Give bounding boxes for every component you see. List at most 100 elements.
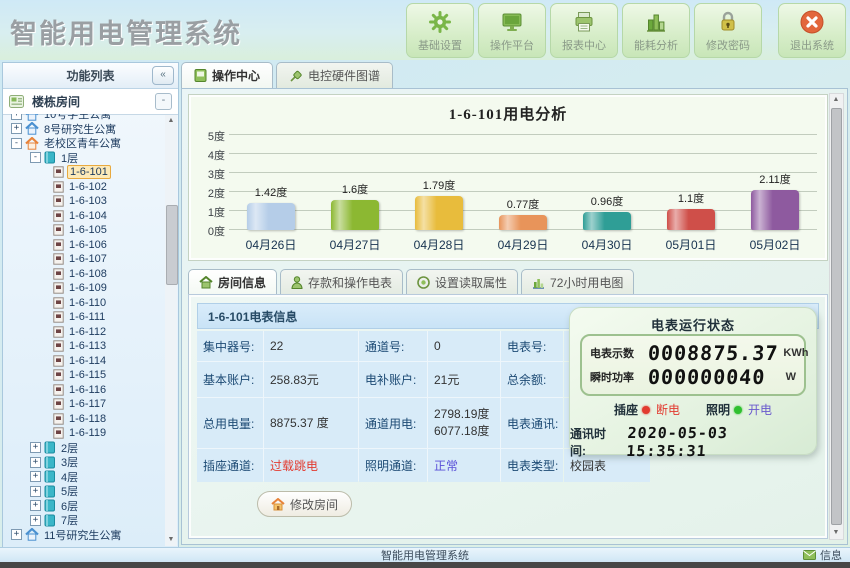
info-label: 电表通讯: xyxy=(501,398,563,448)
bar-04月26日[interactable] xyxy=(247,203,295,230)
room-icon xyxy=(53,326,64,338)
tree-item-1-6-110[interactable]: 1-6-110 xyxy=(3,296,178,311)
tree-item-1-6-104[interactable]: 1-6-104 xyxy=(3,209,178,224)
tree-item-1-6-106[interactable]: 1-6-106 xyxy=(3,238,178,253)
usage-chart-panel: 1-6-101用电分析 0度1度2度3度4度5度1.42度1.6度1.79度0.… xyxy=(188,94,828,261)
sub-tab-3[interactable]: 设置读取属性 xyxy=(406,269,518,294)
toolbar-button-1[interactable]: 基础设置 xyxy=(406,3,474,58)
sidebar-scroll-thumb[interactable] xyxy=(166,205,178,285)
room-info-panel: 1-6-101电表信息 集中器号:22通道号:0电表号:201403001021… xyxy=(188,294,828,539)
tree-item-1层[interactable]: -1层 xyxy=(3,151,178,166)
room-icon xyxy=(53,398,64,410)
tree-panel-bar[interactable]: 楼栋房间 - xyxy=(3,89,178,115)
expand-icon[interactable]: + xyxy=(30,457,41,468)
info-label: 通道用电: xyxy=(359,398,427,448)
tree-item-1-6-102[interactable]: 1-6-102 xyxy=(3,180,178,195)
tab-label: 操作中心 xyxy=(212,67,260,84)
tree-item-label: 1-6-115 xyxy=(67,369,108,381)
main-tab-1[interactable]: 操作中心 xyxy=(181,62,273,88)
room-icon xyxy=(53,369,64,381)
toolbar-button-5[interactable]: 修改密码 xyxy=(694,3,762,58)
expand-icon[interactable]: + xyxy=(30,486,41,497)
main-tab-2[interactable]: 电控硬件图谱 xyxy=(276,62,393,88)
expand-icon[interactable]: + xyxy=(11,123,22,134)
bar-05月02日[interactable] xyxy=(751,190,799,230)
sub-tab-1[interactable]: 房间信息 xyxy=(188,269,277,294)
info-value: 0 xyxy=(428,331,500,361)
tree-item-1-6-103[interactable]: 1-6-103 xyxy=(3,194,178,209)
main-scroll-thumb[interactable] xyxy=(831,108,842,525)
message-button[interactable]: 信息 xyxy=(803,547,842,563)
bar-04月27日[interactable] xyxy=(331,200,379,230)
sidebar-scrollbar[interactable]: ▲ ▼ xyxy=(165,115,177,546)
tree-item-1-6-116[interactable]: 1-6-116 xyxy=(3,383,178,398)
tree-panel-minus-button[interactable]: - xyxy=(155,93,172,110)
scroll-down-icon[interactable]: ▼ xyxy=(830,527,842,539)
tree-item-1-6-105[interactable]: 1-6-105 xyxy=(3,223,178,238)
tree-item-7层[interactable]: +7层 xyxy=(3,513,178,528)
lcd-display: 电表示数 0008875.37 KWh 瞬时功率 000000040 W xyxy=(580,334,806,396)
edit-room-button[interactable]: 修改房间 xyxy=(257,491,352,517)
console-icon xyxy=(194,69,207,82)
info-label: 插座通道: xyxy=(197,449,263,482)
sub-tab-4[interactable]: 72小时用电图 xyxy=(521,269,634,294)
sub-tab-2[interactable]: 存款和操作电表 xyxy=(280,269,403,294)
expand-icon[interactable]: + xyxy=(11,529,22,540)
bar-value-label: 1.6度 xyxy=(342,181,368,197)
collapse-icon[interactable]: - xyxy=(11,138,22,149)
target-icon xyxy=(417,276,430,289)
tree-item-1-6-107[interactable]: 1-6-107 xyxy=(3,252,178,267)
toolbar-button-6[interactable]: 退出系统 xyxy=(778,3,846,58)
chart-title: 1-6-101用电分析 xyxy=(189,103,827,124)
tree-item-label: 1-6-119 xyxy=(67,427,108,439)
tree-item-1-6-113[interactable]: 1-6-113 xyxy=(3,339,178,354)
main-scrollbar[interactable]: ▲ ▼ xyxy=(829,93,844,540)
tree-item-1-6-115[interactable]: 1-6-115 xyxy=(3,368,178,383)
expand-icon[interactable]: + xyxy=(30,442,41,453)
tree-item-1-6-118[interactable]: 1-6-118 xyxy=(3,412,178,427)
tree-item-8号研究生公寓[interactable]: +8号研究生公寓 xyxy=(3,122,178,137)
tree-item-6层[interactable]: +6层 xyxy=(3,499,178,514)
edit-room-label: 修改房间 xyxy=(290,496,338,513)
expand-icon[interactable]: + xyxy=(11,114,22,120)
tree-item-4层[interactable]: +4层 xyxy=(3,470,178,485)
floor-icon xyxy=(44,441,56,454)
toolbar-button-2[interactable]: 操作平台 xyxy=(478,3,546,58)
app-title: 智能用电管理系统 xyxy=(10,12,242,51)
bar-04月29日[interactable] xyxy=(499,215,547,230)
sidebar-collapse-button[interactable]: « xyxy=(152,66,174,85)
tree-item-2层[interactable]: +2层 xyxy=(3,441,178,456)
expand-icon[interactable]: + xyxy=(30,471,41,482)
tree-item-1-6-109[interactable]: 1-6-109 xyxy=(3,281,178,296)
bar-column-04月29日: 0.77度 xyxy=(481,129,565,230)
room-icon xyxy=(53,210,64,222)
scroll-up-icon[interactable]: ▲ xyxy=(165,115,177,127)
tree-item-1-6-114[interactable]: 1-6-114 xyxy=(3,354,178,369)
bar-04月30日[interactable] xyxy=(583,212,631,230)
toolbar-button-label: 报表中心 xyxy=(562,37,606,53)
tree-item-老校区青年公寓[interactable]: -老校区青年公寓 xyxy=(3,136,178,151)
bar-column-05月02日: 2.11度 xyxy=(733,129,817,230)
tree-item-1-6-117[interactable]: 1-6-117 xyxy=(3,397,178,412)
tree-item-3层[interactable]: +3层 xyxy=(3,455,178,470)
tree-item-label: 1-6-105 xyxy=(67,224,109,236)
tree-item-1-6-108[interactable]: 1-6-108 xyxy=(3,267,178,282)
collapse-icon[interactable]: - xyxy=(30,152,41,163)
scroll-up-icon[interactable]: ▲ xyxy=(830,94,842,106)
expand-icon[interactable]: + xyxy=(30,515,41,526)
scroll-down-icon[interactable]: ▼ xyxy=(165,534,177,546)
tree-item-1-6-119[interactable]: 1-6-119 xyxy=(3,426,178,441)
tree-item-1-6-101[interactable]: 1-6-101 xyxy=(3,165,178,180)
toolbar-button-4[interactable]: 能耗分析 xyxy=(622,3,690,58)
toolbar-button-3[interactable]: 报表中心 xyxy=(550,3,618,58)
tab-label: 电控硬件图谱 xyxy=(308,67,380,84)
tree-item-1-6-112[interactable]: 1-6-112 xyxy=(3,325,178,340)
bar-04月28日[interactable] xyxy=(415,196,463,230)
expand-icon[interactable]: + xyxy=(30,500,41,511)
room-icon xyxy=(53,355,64,367)
bar-05月01日[interactable] xyxy=(667,209,715,230)
tree-item-5层[interactable]: +5层 xyxy=(3,484,178,499)
tree-item-11号研究生公寓[interactable]: +11号研究生公寓 xyxy=(3,528,178,543)
person-icon xyxy=(291,276,303,289)
tree-item-1-6-111[interactable]: 1-6-111 xyxy=(3,310,178,325)
